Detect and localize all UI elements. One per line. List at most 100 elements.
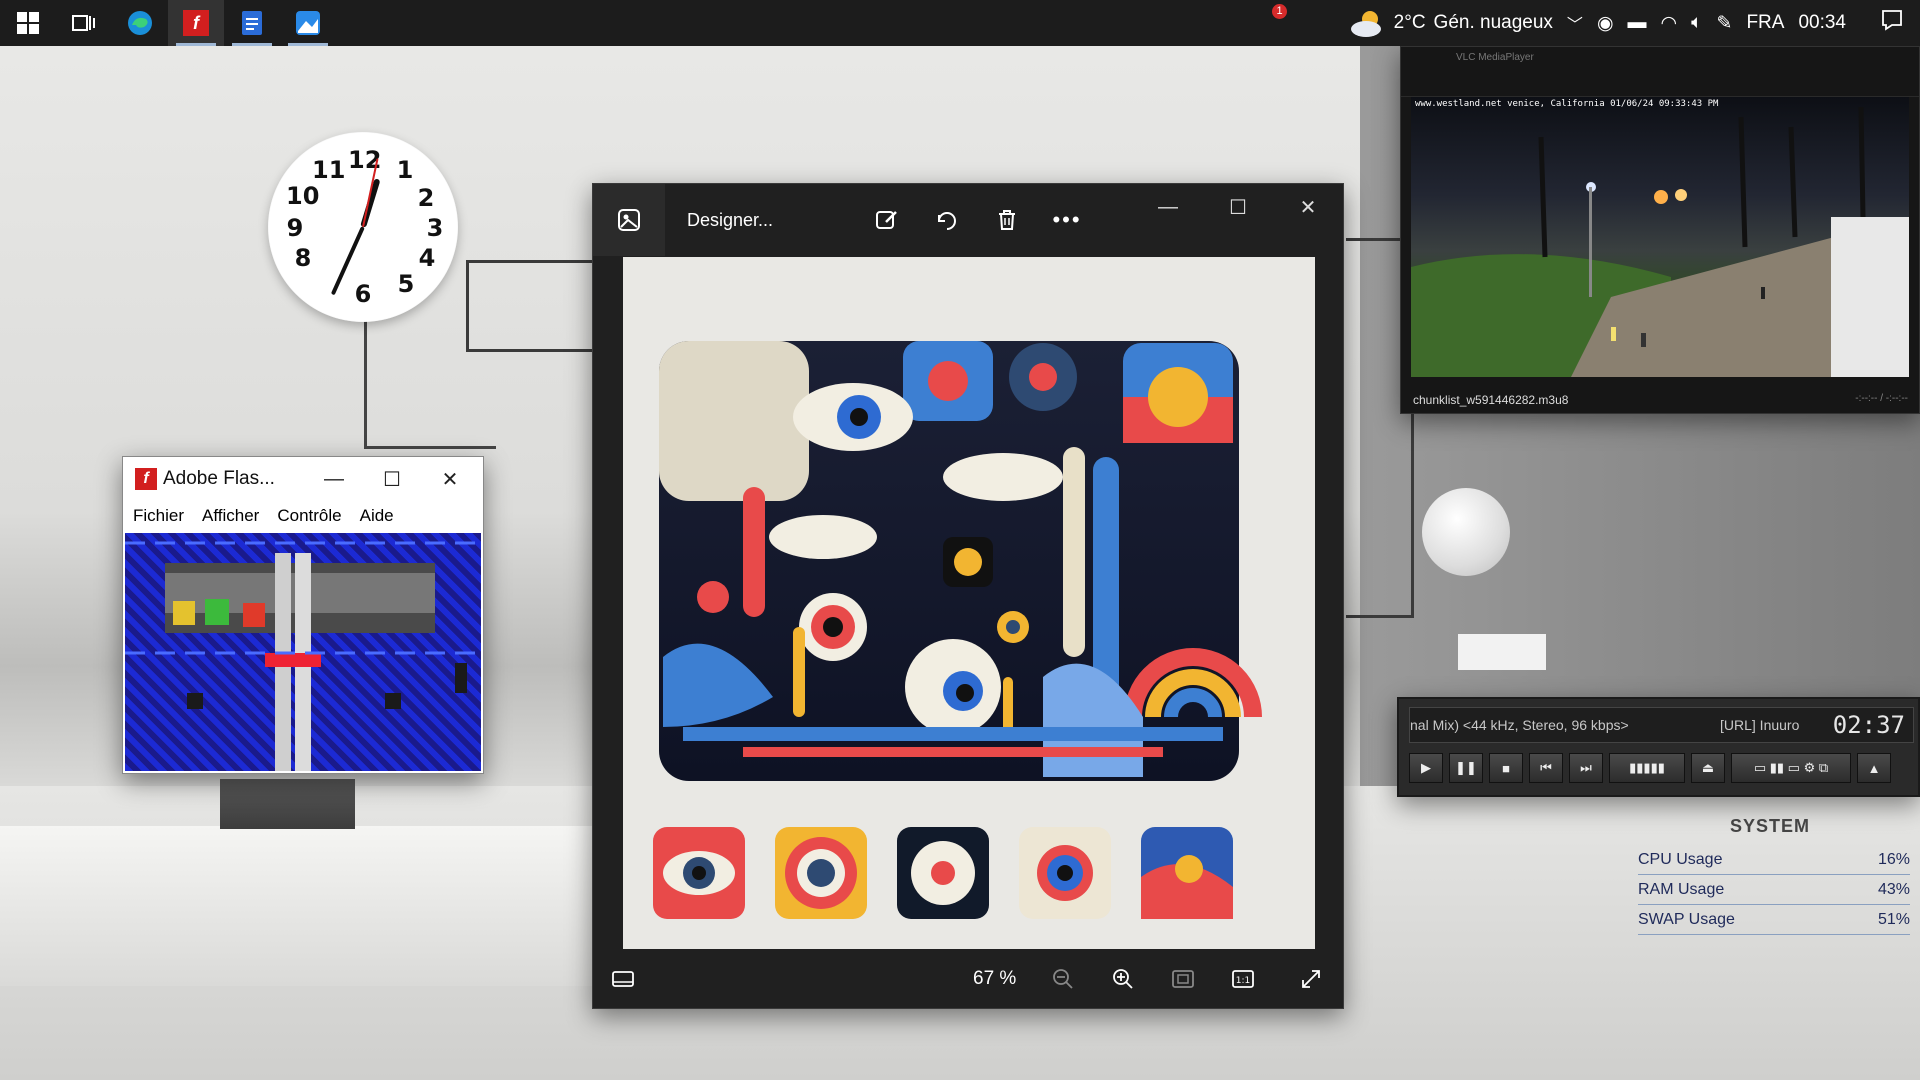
volume-slider[interactable]: ▮▮▮▮▮ — [1609, 753, 1685, 783]
player-buttons: ▶ ❚❚ ■ ⏮ ⏭ ▮▮▮▮▮ ⏏ ▭ ▮▮ ▭ ⚙ ⧉ ▲ — [1409, 753, 1891, 783]
vlc-title-bar[interactable]: VLC MediaPlayer — [1401, 47, 1919, 67]
close-button[interactable]: ✕ — [421, 467, 479, 492]
next-button[interactable]: ⏭ — [1569, 753, 1603, 783]
ram-usage-value: 43% — [1877, 880, 1910, 898]
cpu-usage-value: 16% — [1877, 850, 1910, 868]
menu-aide[interactable]: Aide — [360, 506, 394, 526]
clock-time[interactable]: 00:34 — [1798, 12, 1846, 34]
wifi-icon[interactable]: ◠ — [1661, 12, 1678, 35]
flash-title: Adobe Flas... — [163, 468, 275, 489]
taskbar-flash[interactable]: f — [168, 0, 224, 46]
wallpaper-cable — [364, 446, 496, 449]
photos-file-name: Designer... — [687, 209, 774, 230]
ram-usage-label: RAM Usage — [1638, 880, 1725, 898]
menu-controle[interactable]: Contrôle — [277, 506, 341, 526]
play-button[interactable]: ▶ — [1409, 753, 1443, 783]
cloudy-weather-icon — [1350, 11, 1381, 37]
taskbar-edge[interactable] — [112, 0, 168, 46]
flash-icon: f — [183, 10, 209, 36]
menu-afficher[interactable]: Afficher — [202, 506, 259, 526]
photos-bottom-bar: 67 % 1:1 — [593, 950, 1343, 1008]
vlc-osd-text: www.westland.net venice, California 01/0… — [1415, 99, 1719, 109]
swap-usage-row: SWAP Usage 51% — [1638, 905, 1910, 935]
start-button[interactable] — [0, 0, 56, 46]
vlc-video-frame[interactable]: www.westland.net venice, California 01/0… — [1411, 97, 1909, 377]
system-monitor: SYSTEM CPU Usage 16% RAM Usage 43% SWAP … — [1630, 816, 1910, 935]
wallpaper-ledge — [1458, 634, 1546, 670]
delete-icon[interactable] — [977, 207, 1037, 233]
options-button[interactable]: ▭ ▮▮ ▭ ⚙ ⧉ — [1731, 753, 1851, 783]
taskbar-photos[interactable] — [280, 0, 336, 46]
player-time: 02:37 — [1832, 711, 1905, 739]
zoom-level: 67 % — [973, 968, 1017, 989]
wallpaper-frame — [466, 260, 596, 352]
more-icon[interactable]: ••• — [1037, 207, 1097, 233]
photos-icon — [296, 11, 320, 35]
windows-icon — [17, 12, 39, 34]
vlc-file-name: chunklist_w591446282.m3u8 — [1413, 393, 1569, 407]
swap-usage-value: 51% — [1877, 910, 1910, 928]
fit-to-window-icon[interactable] — [1153, 969, 1213, 989]
svg-text:1:1: 1:1 — [1236, 976, 1250, 986]
language-indicator[interactable]: FRA — [1746, 12, 1784, 34]
photos-viewer-window[interactable]: Designer... ••• — ☐ ✕ 67 % 1:1 — [592, 183, 1344, 1009]
pause-button[interactable]: ❚❚ — [1449, 753, 1483, 783]
photos-app-icon[interactable] — [593, 184, 665, 256]
flash-menu-bar: Fichier Afficher Contrôle Aide — [123, 501, 483, 531]
rotate-icon[interactable] — [917, 207, 977, 233]
menu-fichier[interactable]: Fichier — [133, 506, 184, 526]
vlc-title: VLC MediaPlayer — [1456, 51, 1534, 63]
flash-game-canvas[interactable] — [125, 533, 481, 771]
tray-app-icon[interactable]: ◉ — [1597, 12, 1614, 35]
taskbar-docs[interactable] — [224, 0, 280, 46]
task-view-icon — [72, 15, 95, 31]
minimize-button[interactable]: — — [305, 468, 363, 491]
actual-size-icon[interactable]: 1:1 — [1213, 969, 1273, 989]
analog-clock: 12 1 2 3 4 5 6 8 9 10 11 — [268, 132, 458, 322]
photo-canvas[interactable] — [623, 257, 1315, 949]
maximize-button[interactable]: ☐ — [1203, 184, 1273, 230]
maximize-button[interactable]: ☐ — [363, 467, 421, 492]
close-button[interactable]: ✕ — [1273, 184, 1343, 230]
wallpaper-shelf — [0, 826, 610, 986]
notification-icon[interactable] — [1880, 8, 1904, 38]
show-hidden-icons-chevron-icon[interactable]: ﹀ — [1567, 11, 1583, 35]
vlc-controls[interactable] — [1401, 67, 1919, 97]
weather-alert-badge: 1 — [1272, 4, 1287, 19]
zoom-in-icon[interactable] — [1093, 967, 1153, 991]
vlc-time: -:--:-- / -:--:-- — [1855, 393, 1908, 404]
thumbnail-row — [653, 827, 1233, 919]
vlc-window[interactable]: VLC MediaPlayer www.westland.net venice,… — [1400, 46, 1920, 414]
wallpaper-box — [220, 779, 355, 829]
zoom-out-icon[interactable] — [1033, 967, 1093, 991]
task-view-button[interactable] — [56, 0, 112, 46]
weather-temperature: 2°C — [1393, 12, 1426, 33]
player-track-info: nal Mix) <44 kHz, Stereo, 96 kbps> — [1410, 717, 1629, 733]
swap-usage-label: SWAP Usage — [1638, 910, 1735, 928]
weather-description: Gén. nuageux — [1433, 12, 1553, 33]
document-icon — [242, 11, 262, 35]
system-tray: 2°C Gén. nuageux ﹀ ◉ ▬ ◠ 🔈︎ ✎ FRA 00:34 — [1348, 0, 1920, 46]
edit-icon[interactable] — [857, 207, 917, 233]
expand-button[interactable]: ▲ — [1857, 753, 1891, 783]
fullscreen-icon[interactable] — [1281, 967, 1341, 991]
music-player[interactable]: nal Mix) <44 kHz, Stereo, 96 kbps> [URL]… — [1397, 697, 1920, 797]
weather-widget[interactable]: 2°C Gén. nuageux — [1348, 7, 1553, 39]
cpu-usage-row: CPU Usage 16% — [1638, 845, 1910, 875]
flash-icon: f — [135, 468, 157, 490]
battery-icon[interactable]: ▬ — [1628, 12, 1647, 34]
flash-title-bar[interactable]: f Adobe Flas... — ☐ ✕ — [123, 457, 483, 501]
player-url: [URL] Inuuro — [1720, 717, 1800, 733]
wallpaper-lamp — [1422, 488, 1510, 576]
volume-icon[interactable]: 🔈︎ — [1691, 12, 1702, 34]
stop-button[interactable]: ■ — [1489, 753, 1523, 783]
flash-player-window[interactable]: f Adobe Flas... — ☐ ✕ Fichier Afficher C… — [122, 456, 484, 774]
previous-button[interactable]: ⏮ — [1529, 753, 1563, 783]
photos-title-bar[interactable]: Designer... ••• — ☐ ✕ — [593, 184, 1343, 256]
sysmon-title: SYSTEM — [1729, 816, 1810, 836]
pen-icon[interactable]: ✎ — [1717, 12, 1733, 35]
filmstrip-icon[interactable] — [593, 969, 653, 989]
eject-button[interactable]: ⏏ — [1691, 753, 1725, 783]
minimize-button[interactable]: — — [1133, 184, 1203, 230]
cpu-usage-label: CPU Usage — [1638, 850, 1723, 868]
